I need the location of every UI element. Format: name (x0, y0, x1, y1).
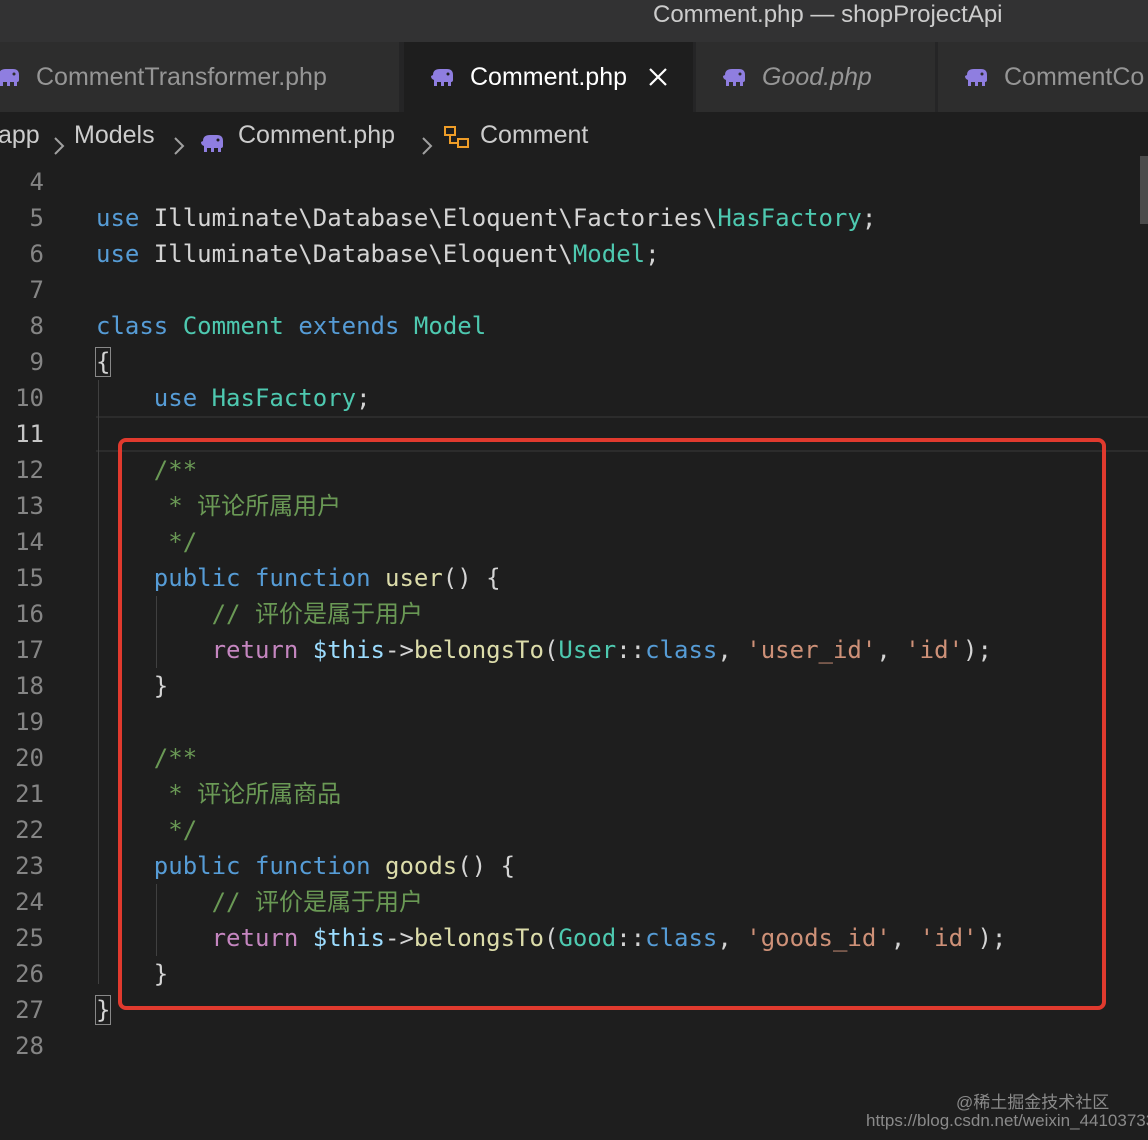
line-number: 14 (15, 528, 44, 556)
breadcrumb-item-class[interactable]: Comment (480, 112, 588, 158)
line-number: 26 (15, 960, 44, 988)
line-number: 17 (15, 636, 44, 664)
code-token: Comment (182, 312, 284, 340)
code-token: Illuminate\Database\Eloquent\ (139, 240, 573, 268)
line-number: 23 (15, 852, 44, 880)
code-token: Illuminate\Database\Eloquent\Factories\ (139, 204, 718, 232)
watermark-csdn-url: https://blog.csdn.net/weixin_44103733 (866, 1111, 1148, 1130)
tab-commenttransformer[interactable]: CommentTransformer.php (0, 42, 400, 112)
code-token: Model (572, 240, 646, 268)
code-token: ; (861, 204, 877, 232)
code-token: class (96, 312, 169, 340)
line-number: 9 (29, 348, 44, 376)
code-token: ; (645, 240, 660, 268)
window-title: Comment.php — shopProjectApi (653, 1, 1003, 28)
line-number: 19 (15, 708, 44, 736)
matching-bracket: } (94, 995, 112, 1025)
code-line[interactable]: use Illuminate\Database\Eloquent\Model; (96, 236, 660, 272)
php-elephant-icon (964, 66, 990, 88)
line-number: 24 (15, 888, 44, 916)
code-line[interactable]: class Comment extends Model (96, 308, 486, 344)
line-number: 16 (15, 600, 44, 628)
line-number: 12 (15, 456, 44, 484)
line-number: 6 (29, 240, 44, 268)
code-token: extends (298, 312, 400, 340)
breadcrumb-item-models[interactable]: Models (74, 112, 155, 158)
tab-label: Good.php (762, 62, 872, 91)
breadcrumb-item-file[interactable]: Comment.php (238, 112, 395, 158)
line-number: 27 (15, 996, 44, 1024)
line-number: 21 (15, 780, 44, 808)
code-line[interactable]: } (94, 992, 112, 1028)
breadcrumb: app Models Comment.php Comment (0, 112, 1148, 156)
watermark-juejin: @稀土掘金技术社区 (956, 1093, 1110, 1112)
line-number: 7 (29, 276, 44, 304)
tab-label: CommentCo (1004, 62, 1145, 91)
close-icon[interactable] (647, 66, 669, 88)
code-token: use (96, 240, 140, 268)
tab-good[interactable]: Good.php (696, 42, 936, 112)
code-token: ; (356, 384, 371, 412)
php-elephant-icon (430, 66, 456, 88)
line-number: 4 (29, 168, 44, 196)
php-elephant-icon (200, 123, 226, 169)
php-elephant-icon (722, 66, 748, 88)
line-number: 13 (15, 492, 44, 520)
line-number: 25 (15, 924, 44, 952)
title-bar: Comment.php — shopProjectApi (0, 0, 1148, 42)
breadcrumb-item-app[interactable]: app (0, 112, 40, 158)
tab-bar: CommentTransformer.php Comment.php Good.… (0, 42, 1148, 112)
code-token: HasFactory (717, 204, 862, 232)
line-number: 22 (15, 816, 44, 844)
line-number: 20 (15, 744, 44, 772)
vscode-window: Comment.php — shopProjectApi CommentTran… (0, 0, 1148, 1140)
line-number: 10 (15, 384, 44, 412)
line-number: 5 (29, 204, 44, 232)
code-line[interactable]: { (94, 344, 112, 380)
tab-comment[interactable]: Comment.php (404, 42, 694, 112)
code-line[interactable]: use HasFactory; (96, 380, 371, 416)
code-token: use (96, 204, 140, 232)
code-token: Model (413, 312, 487, 340)
line-number: 8 (29, 312, 44, 340)
matching-bracket: { (94, 347, 112, 377)
tab-commentco[interactable]: CommentCo (938, 42, 1148, 112)
code-token: HasFactory (211, 384, 357, 412)
code-token: use (153, 384, 198, 412)
highlight-box (118, 438, 1106, 1010)
tab-label: Comment.php (470, 62, 628, 91)
line-number: 18 (15, 672, 44, 700)
php-elephant-icon (0, 66, 22, 88)
code-line[interactable]: use Illuminate\Database\Eloquent\Factori… (96, 200, 876, 236)
tab-label: CommentTransformer.php (36, 62, 327, 91)
line-number: 28 (15, 1032, 44, 1060)
class-symbol-icon (443, 121, 471, 167)
line-number: 11 (15, 420, 44, 448)
line-number: 15 (15, 564, 44, 592)
